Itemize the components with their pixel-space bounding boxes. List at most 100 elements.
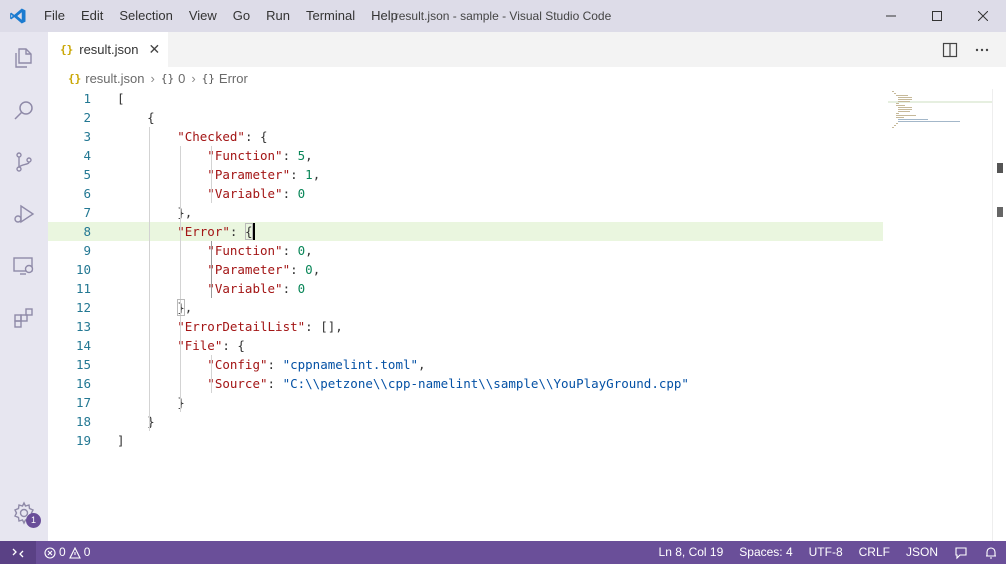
line-number: 16 (75, 376, 91, 391)
status-bar-right: Ln 8, Col 19 Spaces: 4 UTF-8 CRLF JSON (651, 541, 1006, 564)
code-line[interactable]: 2 { (48, 108, 883, 127)
minimap-line (896, 123, 898, 124)
menu-file[interactable]: File (36, 0, 73, 32)
minimize-button[interactable] (868, 0, 914, 32)
line-code: "Config": "cppnamelint.toml", (117, 355, 425, 374)
line-code: "Parameter": 0, (117, 260, 320, 279)
source-control-icon[interactable] (0, 136, 48, 188)
remote-icon (12, 548, 24, 557)
indentation[interactable]: Spaces: 4 (731, 541, 800, 564)
line-code: { (117, 108, 155, 127)
breadcrumb-item-error[interactable]: Error (219, 71, 248, 86)
minimap-line (896, 95, 908, 96)
cursor-position[interactable]: Ln 8, Col 19 (651, 541, 732, 564)
code-token: : (267, 376, 283, 391)
code-line[interactable]: 12 }, (48, 298, 883, 317)
search-icon[interactable] (0, 84, 48, 136)
code-line[interactable]: 15 "Config": "cppnamelint.toml", (48, 355, 883, 374)
code-token: "Error" (117, 224, 230, 239)
line-code: "ErrorDetailList": [], (117, 317, 343, 336)
code-line[interactable]: 14 "File": { (48, 336, 883, 355)
notification-badge: 1 (26, 513, 41, 528)
line-code: } (117, 393, 185, 412)
menu-selection[interactable]: Selection (111, 0, 180, 32)
indent-guide (180, 146, 181, 412)
line-code: "Checked": { (117, 127, 267, 146)
code-line[interactable]: 6 "Variable": 0 (48, 184, 883, 203)
line-number: 3 (83, 129, 91, 144)
breadcrumb-item-0[interactable]: 0 (178, 71, 185, 86)
code-line[interactable]: 5 "Parameter": 1, (48, 165, 883, 184)
explorer-icon[interactable] (0, 32, 48, 84)
code-line[interactable]: 11 "Variable": 0 (48, 279, 883, 298)
code-line[interactable]: 8 "Error": { (48, 222, 883, 241)
code-line[interactable]: 17 } (48, 393, 883, 412)
more-actions-icon[interactable] (974, 42, 990, 58)
code-token: : (290, 167, 306, 182)
indent-guide (211, 241, 212, 298)
code-line[interactable]: 16 "Source": "C:\\petzone\\cpp-namelint\… (48, 374, 883, 393)
minimap-line (898, 111, 910, 112)
code-token: : (282, 148, 298, 163)
menu-run[interactable]: Run (258, 0, 298, 32)
object-icon: {} (160, 71, 175, 85)
minimize-icon (886, 15, 896, 17)
code-line[interactable]: 1[ (48, 89, 883, 108)
line-number: 2 (83, 110, 91, 125)
code-line[interactable]: 4 "Function": 5, (48, 146, 883, 165)
title-bar: File Edit Selection View Go Run Terminal… (0, 0, 1006, 32)
tab-result-json[interactable]: {} result.json ✕ (48, 32, 168, 67)
line-code: ] (117, 431, 125, 450)
remote-explorer-icon[interactable] (0, 240, 48, 292)
code-line[interactable]: 7 }, (48, 203, 883, 222)
warning-count: 0 (83, 545, 91, 559)
line-code: [ (117, 89, 125, 108)
run-debug-icon[interactable] (0, 188, 48, 240)
close-window-button[interactable] (960, 0, 1006, 32)
status-bar: 0 0 Ln 8, Col 19 Spaces: 4 UTF-8 CRLF JS… (0, 541, 1006, 564)
code-line[interactable]: 3 "Checked": { (48, 127, 883, 146)
menu-help[interactable]: Help (363, 0, 406, 32)
problems-indicator[interactable]: 0 0 (36, 541, 98, 564)
code-line[interactable]: 18 } (48, 412, 883, 431)
line-number: 14 (75, 338, 91, 353)
notifications-button[interactable] (976, 546, 1006, 560)
code-line[interactable]: 9 "Function": 0, (48, 241, 883, 260)
minimap-line (898, 109, 912, 110)
manage-button[interactable]: 1 (0, 493, 48, 533)
feedback-button[interactable] (946, 546, 976, 560)
line-number: 7 (83, 205, 91, 220)
extensions-icon[interactable] (0, 292, 48, 344)
code-token: "ErrorDetailList" (117, 319, 306, 334)
vertical-scrollbar[interactable] (992, 89, 1006, 541)
line-code: "Function": 0, (117, 241, 313, 260)
minimap-line (898, 97, 912, 98)
remote-button[interactable] (0, 541, 36, 564)
indent-guide (149, 127, 150, 431)
split-editor-icon[interactable] (942, 42, 958, 58)
code-token: : { (222, 338, 245, 353)
line-code: "Parameter": 1, (117, 165, 320, 184)
menu-go[interactable]: Go (225, 0, 258, 32)
minimap-line (898, 107, 912, 108)
menu-terminal[interactable]: Terminal (298, 0, 363, 32)
breadcrumb-file[interactable]: result.json (85, 71, 144, 86)
code-line[interactable]: 13 "ErrorDetailList": [], (48, 317, 883, 336)
code-token: , (312, 167, 321, 182)
tab-close-icon[interactable]: ✕ (149, 41, 161, 58)
code-line[interactable]: 19] (48, 431, 883, 450)
end-of-line[interactable]: CRLF (851, 541, 898, 564)
code-line[interactable]: 10 "Parameter": 0, (48, 260, 883, 279)
menu-edit[interactable]: Edit (73, 0, 111, 32)
minimap-line (896, 115, 916, 116)
code-editor[interactable]: 19] 18 } 17 } 16 "Source": "C:\\petzone\\cp… (48, 89, 988, 541)
language-mode[interactable]: JSON (898, 541, 946, 564)
minimap[interactable] (888, 89, 992, 541)
code-token: 0 (297, 186, 306, 201)
tab-label: result.json (79, 42, 139, 57)
menu-view[interactable]: View (181, 0, 225, 32)
maximize-button[interactable] (914, 0, 960, 32)
encoding[interactable]: UTF-8 (801, 541, 851, 564)
line-code: "Error": { (117, 222, 252, 241)
code-token: , (305, 243, 313, 258)
